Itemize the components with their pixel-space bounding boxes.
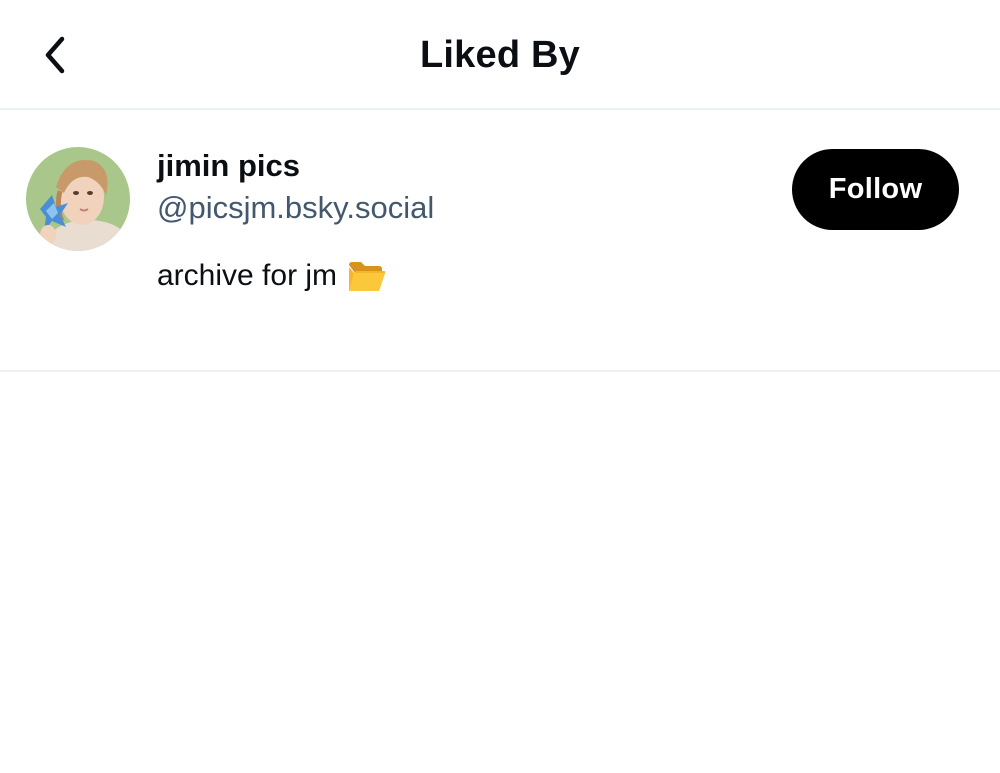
- avatar[interactable]: [26, 147, 130, 251]
- page-title: Liked By: [420, 34, 580, 76]
- follow-button[interactable]: Follow: [792, 149, 959, 230]
- top-bar: Liked By: [0, 0, 1000, 110]
